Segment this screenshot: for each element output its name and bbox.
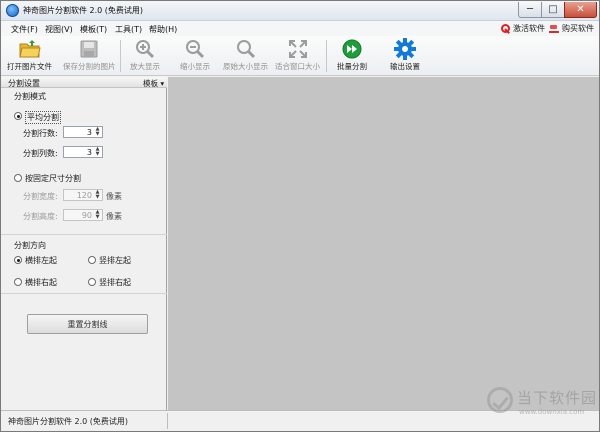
save-split-images-label: 保存分割的图片 [63, 62, 116, 71]
reset-split-lines-label: 重置分割线 [67, 319, 108, 329]
stepper-arrows-icon[interactable]: ▲ ▼ [94, 210, 101, 220]
watermark-logo-icon [487, 387, 513, 413]
image-canvas[interactable] [168, 77, 599, 410]
close-icon: ✕ [576, 4, 585, 15]
zoom-out-button[interactable]: 缩小显示 [180, 38, 210, 74]
watermark-url: www.downxia.com [519, 408, 585, 416]
maximize-button[interactable]: □ [541, 2, 565, 18]
vertical-left-label[interactable]: 竖排左起 [99, 255, 131, 266]
watermark: 当下软件园 www.downxia.com [487, 385, 597, 429]
fixed-size-split-label[interactable]: 按固定尺寸分割 [25, 173, 81, 184]
template-dropdown-label: 模板 [143, 79, 158, 88]
stepper-arrows-icon[interactable]: ▲ ▼ [94, 147, 101, 157]
open-image-button[interactable]: 打开图片文件 [7, 38, 52, 74]
maximize-icon: □ [548, 4, 558, 15]
width-stepper[interactable]: 120 ▲ ▼ [63, 189, 103, 201]
batch-split-button[interactable]: 批量分割 [337, 38, 367, 74]
rows-label: 分割行数: [23, 129, 58, 138]
panel-title: 分割设置 [8, 79, 40, 88]
menu-bar: 文件(F) 视图(V) 模板(T) 工具(T) 帮助(H) 激活软件 购买软件 [1, 21, 599, 36]
close-button[interactable]: ✕ [564, 2, 597, 18]
horizontal-right-label[interactable]: 横排右起 [25, 277, 57, 288]
output-settings-button[interactable]: 输出设置 [390, 38, 420, 74]
reset-split-lines-button[interactable]: 重置分割线 [27, 314, 148, 334]
zoom-out-label: 缩小显示 [180, 62, 210, 71]
caret-down-icon: ▾ [158, 79, 165, 88]
horizontal-left-radio[interactable] [14, 256, 22, 264]
folder-open-icon [18, 38, 41, 60]
original-size-button[interactable]: 原始大小显示 [223, 38, 268, 74]
cols-value: 3 [86, 147, 92, 157]
toolbar-separator [120, 40, 121, 72]
width-value: 120 [76, 190, 92, 200]
height-stepper[interactable]: 90 ▲ ▼ [63, 209, 103, 221]
fixed-size-split-radio[interactable] [14, 174, 22, 182]
watermark-name: 当下软件园 [517, 389, 598, 407]
menu-template[interactable]: 模板(T) [80, 24, 107, 35]
toolbar-separator [326, 40, 327, 72]
save-icon [78, 38, 100, 60]
buy-label: 购买软件 [562, 24, 594, 33]
rows-value: 3 [86, 127, 92, 137]
vertical-right-radio[interactable] [88, 278, 96, 286]
vertical-left-radio[interactable] [88, 256, 96, 264]
original-size-label: 原始大小显示 [223, 62, 268, 71]
batch-split-label: 批量分割 [337, 62, 367, 71]
menu-tools[interactable]: 工具(T) [115, 24, 142, 35]
template-dropdown-button[interactable]: 模板 ▾ [143, 78, 164, 89]
status-divider [167, 413, 168, 429]
zoom-in-button[interactable]: 放大显示 [130, 38, 160, 74]
split-settings-panel: 分割设置 模板 ▾ 分割模式 平均分割 分割行数: 3 ▲ ▼ 分割列数: 3 ▲… [1, 77, 167, 410]
menu-help[interactable]: 帮助(H) [149, 24, 177, 35]
height-value: 90 [81, 210, 92, 220]
rows-stepper[interactable]: 3 ▲ ▼ [63, 126, 103, 138]
split-mode-title: 分割模式 [14, 92, 46, 101]
activate-label: 激活软件 [513, 24, 545, 33]
toolbar: 打开图片文件 保存分割的图片 放大显示 缩小显示 原始大小显示 适合窗口大小 批… [1, 36, 599, 76]
horizontal-right-radio[interactable] [14, 278, 22, 286]
section-divider [1, 234, 167, 235]
output-settings-label: 输出设置 [390, 62, 420, 71]
zoom-out-icon [184, 38, 206, 60]
menu-view[interactable]: 视图(V) [45, 24, 73, 35]
height-unit: 像素 [106, 212, 122, 221]
app-window: 神奇图片分割软件 2.0 (免费试用) ─ □ ✕ 文件(F) 视图(V) 模板… [0, 0, 600, 432]
magnifier-icon [235, 38, 257, 60]
key-icon [501, 24, 510, 33]
buy-software-link[interactable]: 购买软件 [549, 23, 594, 34]
fast-forward-icon [341, 38, 363, 60]
fit-window-button[interactable]: 适合窗口大小 [275, 38, 320, 74]
menu-file[interactable]: 文件(F) [11, 24, 38, 35]
status-text: 神奇图片分割软件 2.0 (免费试用) [8, 417, 129, 426]
width-label: 分割宽度: [23, 192, 58, 201]
cols-stepper[interactable]: 3 ▲ ▼ [63, 146, 103, 158]
panel-header: 分割设置 模板 ▾ [1, 77, 167, 88]
cols-label: 分割列数: [23, 149, 58, 158]
average-split-radio[interactable] [14, 112, 22, 120]
minimize-icon: ─ [526, 4, 534, 15]
stepper-arrows-icon[interactable]: ▲ ▼ [94, 127, 101, 137]
save-split-images-button[interactable]: 保存分割的图片 [63, 38, 116, 74]
vertical-right-label[interactable]: 竖排右起 [99, 277, 131, 288]
cart-icon [549, 24, 559, 33]
horizontal-left-label[interactable]: 横排左起 [25, 255, 57, 266]
open-image-label: 打开图片文件 [7, 62, 52, 71]
average-split-label[interactable]: 平均分割 [25, 111, 61, 124]
split-direction-title: 分割方向 [14, 241, 46, 250]
activate-software-link[interactable]: 激活软件 [501, 23, 545, 34]
gear-icon [394, 38, 416, 60]
minimize-button[interactable]: ─ [518, 2, 542, 18]
fit-window-icon [287, 38, 309, 60]
window-title: 神奇图片分割软件 2.0 (免费试用) [23, 6, 144, 15]
height-label: 分割高度: [23, 212, 58, 221]
width-unit: 像素 [106, 192, 122, 201]
stepper-arrows-icon[interactable]: ▲ ▼ [94, 190, 101, 200]
zoom-in-label: 放大显示 [130, 62, 160, 71]
app-logo-icon [6, 4, 19, 17]
section-divider [1, 293, 167, 294]
zoom-in-icon [134, 38, 156, 60]
fit-window-label: 适合窗口大小 [275, 62, 320, 71]
title-bar[interactable]: 神奇图片分割软件 2.0 (免费试用) ─ □ ✕ [1, 1, 599, 21]
